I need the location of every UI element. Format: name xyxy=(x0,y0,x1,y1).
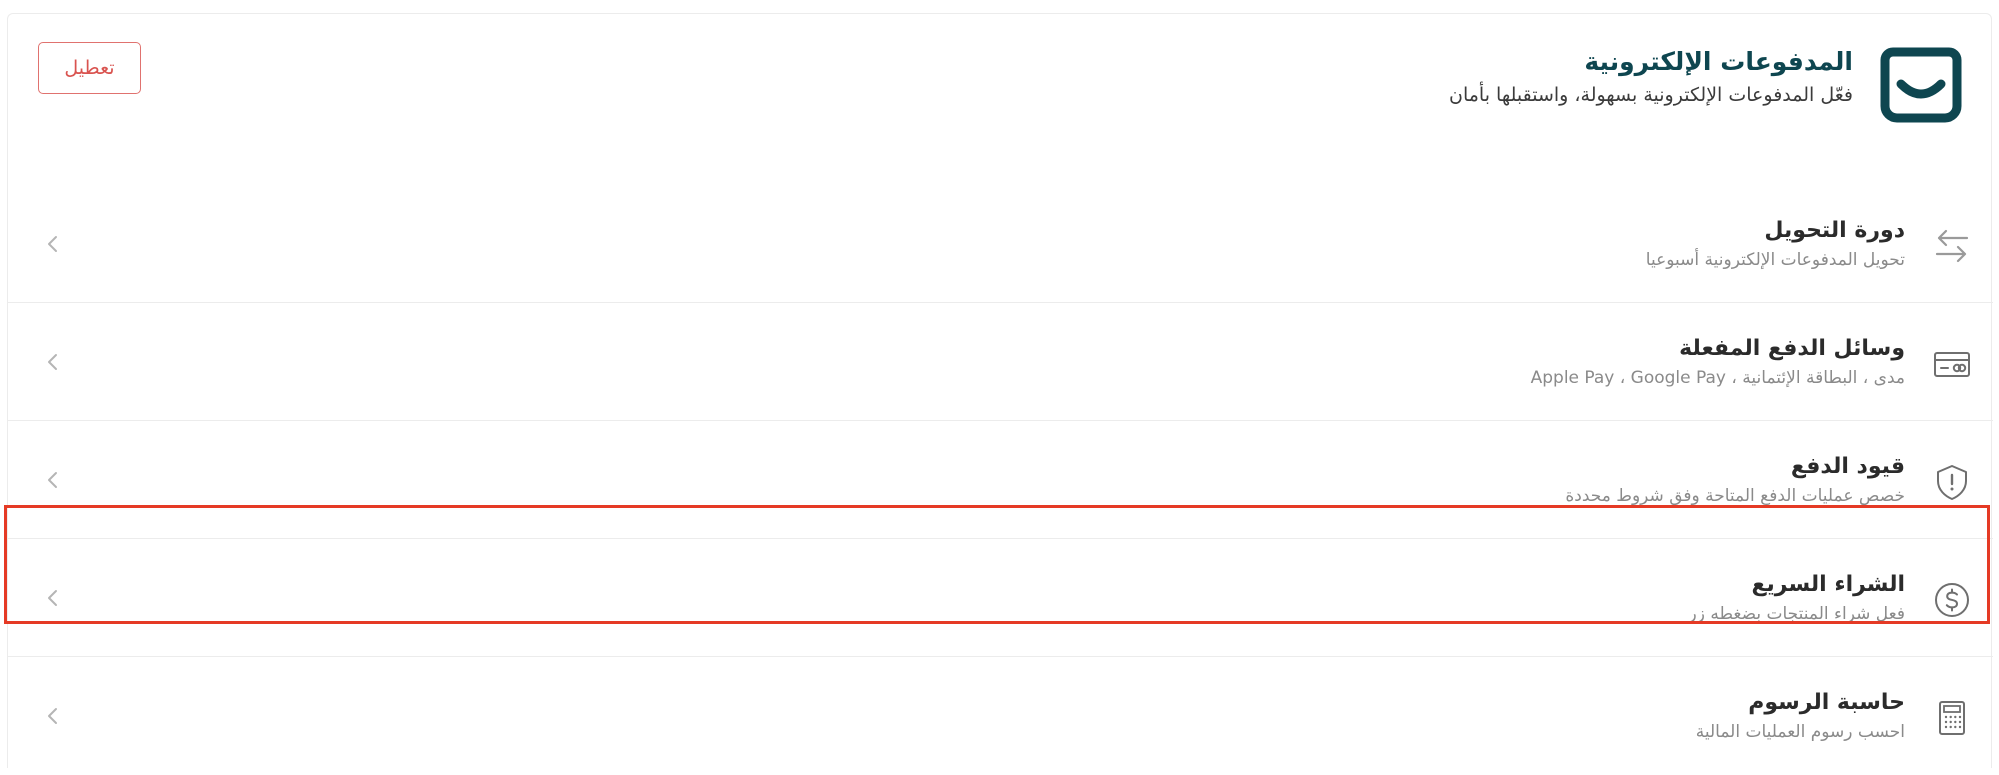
chevron-left-icon xyxy=(48,236,57,252)
page-subtitle: فعّل المدفوعات الإلكترونية بسهولة، واستق… xyxy=(1449,84,1853,106)
settings-item-subtitle: تحويل المدفوعات الإلكترونية أسبوعيا xyxy=(1645,250,1905,270)
settings-item-title: دورة التحويل xyxy=(1764,218,1905,243)
chevron-left-icon xyxy=(48,472,57,488)
chevron-left-icon xyxy=(48,354,57,370)
page-title: المدفوعات الإلكترونية xyxy=(1584,47,1853,76)
settings-item-payment-restrictions[interactable]: قيود الدفع خصص عمليات الدفع المتاحة وفق … xyxy=(8,421,1993,539)
settings-item-text: حاسبة الرسوم احسب رسوم العمليات المالية xyxy=(1696,687,1905,745)
settings-item-subtitle: فعل شراء المنتجات بضغطه زر xyxy=(1688,604,1905,624)
settings-item-text: قيود الدفع خصص عمليات الدفع المتاحة وفق … xyxy=(1565,451,1905,509)
dollar-circle-icon xyxy=(1935,583,1969,617)
chevron-left-icon xyxy=(48,708,57,724)
settings-item-quick-purchase[interactable]: الشراء السريع فعل شراء المنتجات بضغطه زر xyxy=(8,539,1993,657)
shield-alert-icon xyxy=(1937,465,1967,500)
payments-header: المدفوعات الإلكترونية فعّل المدفوعات الإ… xyxy=(8,14,1993,164)
electronic-payments-card: المدفوعات الإلكترونية فعّل المدفوعات الإ… xyxy=(7,13,1993,768)
payment-card-icon xyxy=(1934,352,1970,377)
settings-item-subtitle: خصص عمليات الدفع المتاحة وفق شروط محددة xyxy=(1565,486,1905,506)
settings-item-title: قيود الدفع xyxy=(1790,454,1905,479)
calculator-icon xyxy=(1939,701,1965,735)
settings-item-title: الشراء السريع xyxy=(1751,572,1905,597)
settings-item-title: وسائل الدفع المفعلة xyxy=(1679,336,1905,361)
transfer-arrows-icon xyxy=(1935,229,1969,263)
settings-item-subtitle: مدى ، البطاقة الإئتمانية ، Apple Pay ، G… xyxy=(1530,368,1905,388)
settings-item-fees-calculator[interactable]: حاسبة الرسوم احسب رسوم العمليات المالية xyxy=(8,657,1993,775)
settings-item-payment-methods[interactable]: وسائل الدفع المفعلة مدى ، البطاقة الإئتم… xyxy=(8,303,1993,421)
settings-item-text: دورة التحويل تحويل المدفوعات الإلكترونية… xyxy=(1646,215,1905,273)
chevron-left-icon xyxy=(48,590,57,606)
salla-bag-logo-icon xyxy=(1880,47,1962,123)
header-text: المدفوعات الإلكترونية فعّل المدفوعات الإ… xyxy=(1449,44,1853,110)
disable-button[interactable]: تعطيل xyxy=(38,42,141,94)
settings-item-title: حاسبة الرسوم xyxy=(1748,690,1905,715)
settings-item-subtitle: احسب رسوم العمليات المالية xyxy=(1695,722,1905,742)
settings-item-transfer-cycle[interactable]: دورة التحويل تحويل المدفوعات الإلكترونية… xyxy=(8,185,1993,303)
settings-item-text: وسائل الدفع المفعلة مدى ، البطاقة الإئتم… xyxy=(1531,333,1905,391)
settings-item-text: الشراء السريع فعل شراء المنتجات بضغطه زر xyxy=(1689,569,1905,627)
